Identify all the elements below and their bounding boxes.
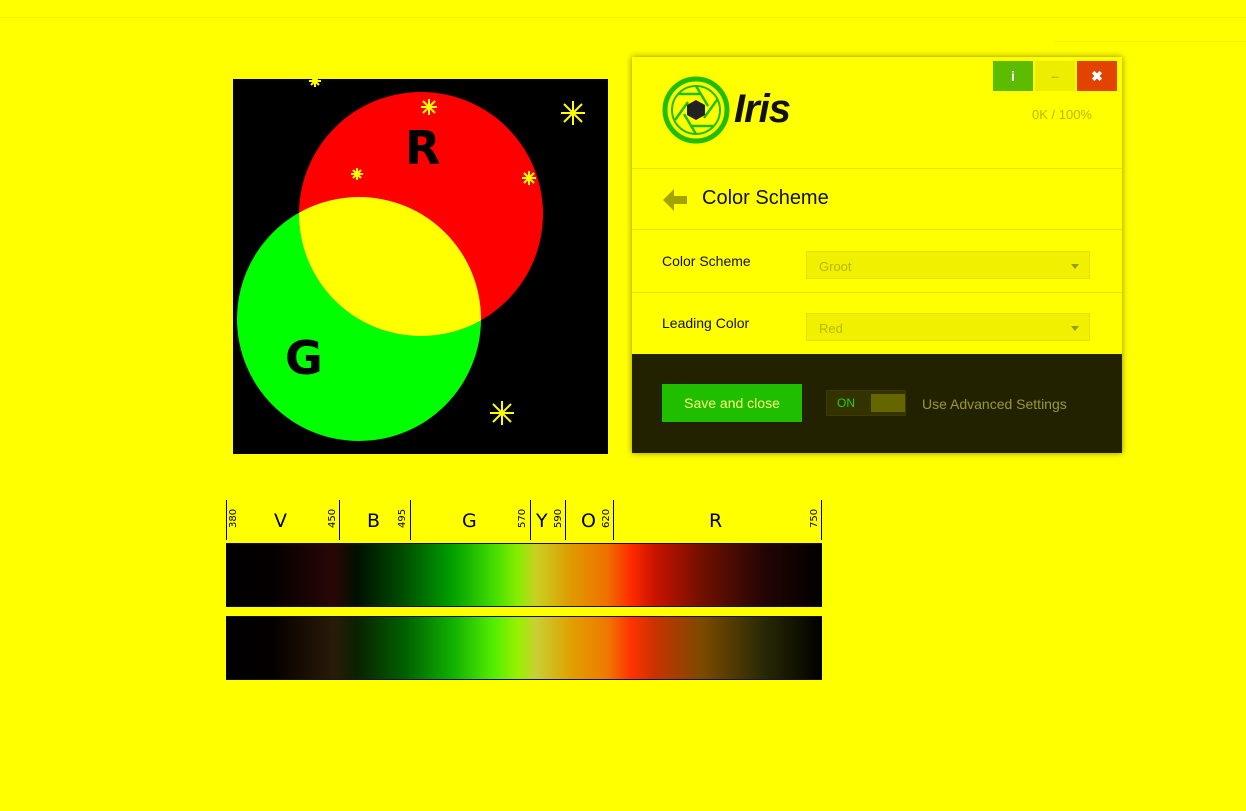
panel-header: Iris 0K / 100% i – ✖ <box>632 57 1122 169</box>
iris-panel: Iris 0K / 100% i – ✖ Color Scheme Color … <box>632 57 1122 453</box>
band-green: G <box>462 510 477 532</box>
chevron-down-icon <box>1071 326 1079 331</box>
color-scheme-row: Color Scheme Groot <box>632 231 1122 293</box>
chevron-down-icon <box>1071 264 1079 269</box>
advanced-settings-label: Use Advanced Settings <box>922 396 1067 412</box>
toggle-state-label: ON <box>837 396 855 410</box>
band-yellow: Y <box>536 510 548 532</box>
spectrum-bar-original <box>226 543 822 607</box>
save-and-close-button[interactable]: Save and close <box>662 384 802 422</box>
sparkle-icon <box>421 99 437 115</box>
panel-footer: Save and close ON Use Advanced Settings <box>632 354 1122 453</box>
green-label: G <box>285 331 323 385</box>
top-right-divider <box>1055 41 1246 42</box>
sparkle-icon <box>490 401 514 425</box>
tick-line <box>613 500 614 540</box>
tick-line <box>565 500 566 540</box>
tick-495: 495 <box>397 508 408 528</box>
tick-590: 590 <box>553 508 564 528</box>
minimize-button[interactable]: – <box>1035 61 1075 91</box>
toggle-knob <box>871 394 905 412</box>
leading-color-select[interactable]: Red <box>806 313 1090 341</box>
info-button[interactable]: i <box>993 61 1033 91</box>
tick-line <box>821 500 822 540</box>
band-orange: O <box>581 510 596 532</box>
tick-line <box>530 500 531 540</box>
rg-color-figure: R G <box>233 79 608 454</box>
leading-color-row: Leading Color Red <box>632 293 1122 354</box>
band-violet: V <box>274 510 287 532</box>
close-button[interactable]: ✖ <box>1077 61 1117 91</box>
logo-text: Iris <box>734 87 791 131</box>
iris-logo-icon <box>662 76 730 144</box>
sparkle-icon <box>309 79 321 87</box>
band-red: R <box>709 510 723 532</box>
red-label: R <box>405 121 441 175</box>
back-arrow-icon[interactable] <box>661 187 689 213</box>
top-divider <box>0 17 1246 18</box>
advanced-settings-toggle[interactable]: ON <box>826 390 906 416</box>
tick-450: 450 <box>327 508 338 528</box>
tick-620: 620 <box>601 508 612 528</box>
visible-spectrum: 380 450 495 570 590 620 750 V B G Y O R <box>226 500 822 682</box>
spectrum-bar-filtered <box>226 616 822 680</box>
tick-line <box>226 500 227 540</box>
sparkle-icon <box>561 101 585 125</box>
sparkle-icon <box>522 171 536 185</box>
tick-line <box>339 500 340 540</box>
section-title: Color Scheme <box>702 187 829 209</box>
leading-color-label: Leading Color <box>662 315 750 331</box>
tick-line <box>410 500 411 540</box>
tick-570: 570 <box>517 508 528 528</box>
section-header: Color Scheme <box>632 169 1122 230</box>
color-scheme-label: Color Scheme <box>662 253 751 269</box>
color-scheme-select[interactable]: Groot <box>806 251 1090 279</box>
tick-380: 380 <box>228 508 239 528</box>
band-blue: B <box>367 510 381 532</box>
usage-indicator: 0K / 100% <box>1032 107 1092 122</box>
tick-750: 750 <box>809 508 820 528</box>
leading-color-value: Red <box>819 321 843 336</box>
color-scheme-value: Groot <box>819 259 852 274</box>
